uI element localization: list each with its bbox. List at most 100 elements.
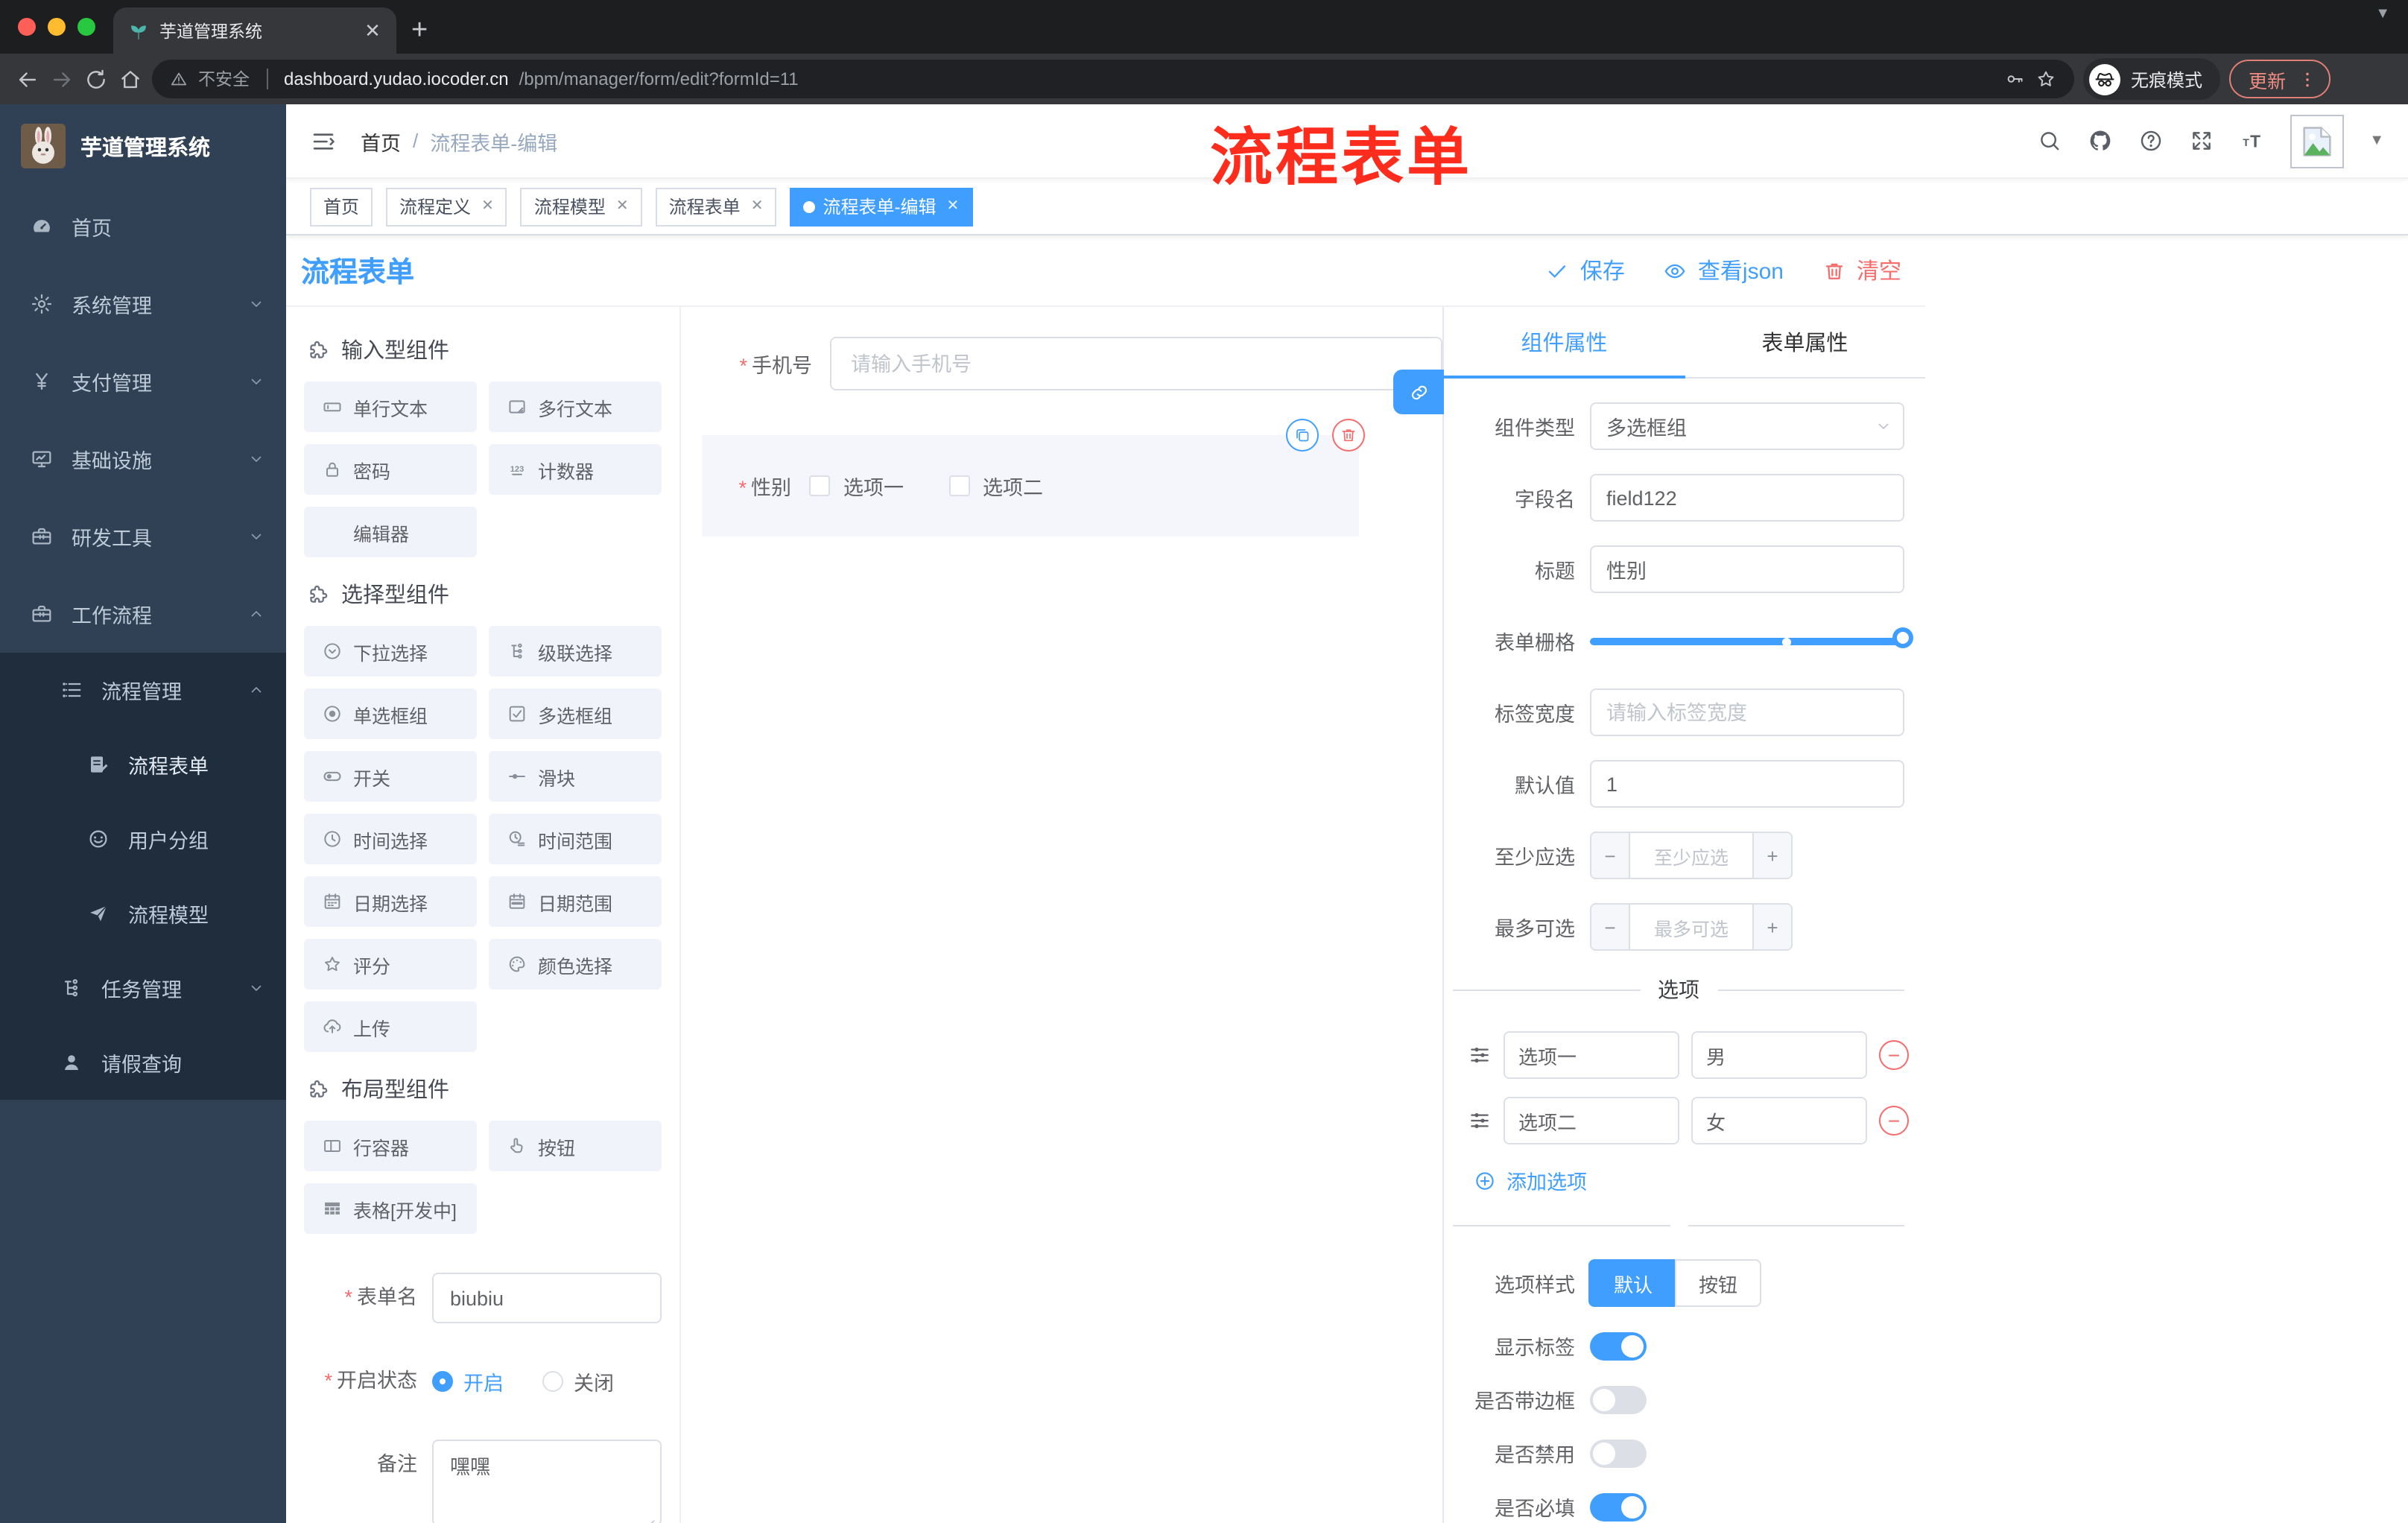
palette-item[interactable]: 上传 (304, 1001, 477, 1052)
password-key-icon[interactable] (2004, 69, 2025, 89)
toggle-switch[interactable] (1590, 1439, 1647, 1467)
sidebar-item-5[interactable]: 工作流程 (0, 575, 286, 653)
label-width-input[interactable] (1590, 688, 1904, 736)
hamburger-icon[interactable] (310, 127, 337, 154)
tag-3[interactable]: 流程表单 ✕ (655, 187, 777, 226)
option-label-input[interactable] (1504, 1097, 1679, 1144)
toggle-switch[interactable] (1590, 1385, 1647, 1413)
sidebar-item-2[interactable]: 支付管理 (0, 343, 286, 420)
title-input[interactable] (1590, 545, 1904, 593)
gender-checkbox-0[interactable]: 选项一 (809, 471, 904, 501)
palette-item[interactable]: 级联选择 (489, 626, 662, 677)
palette-item[interactable]: 日期选择 (304, 876, 477, 927)
option-value-input[interactable] (1691, 1031, 1867, 1079)
stepper-plus-button[interactable]: + (1752, 833, 1791, 878)
palette-item[interactable]: 滑块 (489, 751, 662, 802)
sidebar-subitem-0[interactable]: 流程管理 (0, 653, 286, 727)
status-radio-on[interactable]: 开启 (432, 1367, 504, 1396)
sidebar-logo[interactable]: 芋道管理系统 (0, 104, 286, 188)
toggle-switch[interactable] (1590, 1492, 1647, 1521)
help-icon[interactable] (2138, 128, 2164, 153)
remark-textarea[interactable] (432, 1440, 662, 1523)
palette-item[interactable]: 按钮 (489, 1121, 662, 1171)
sidebar-item-1[interactable]: 系统管理 (0, 265, 286, 343)
sidebar-item-3[interactable]: 基础设施 (0, 420, 286, 498)
palette-item[interactable]: 多选框组 (489, 688, 662, 739)
max-select-stepper[interactable]: − 最多可选 + (1590, 903, 1793, 951)
address-bar[interactable]: 不安全 dashboard.yudao.iocoder.cn/bpm/manag… (152, 60, 2074, 98)
tab-form-props[interactable]: 表单属性 (1685, 307, 1925, 377)
resize-handle-icon[interactable] (642, 1513, 657, 1523)
fullscreen-icon[interactable] (2189, 128, 2214, 153)
palette-item[interactable]: 时间范围 (489, 814, 662, 864)
panel-collapse-handle[interactable] (1393, 370, 1444, 414)
sidebar-subitem-4[interactable]: 任务管理 (0, 951, 286, 1025)
tag-0[interactable]: 首页 (310, 187, 373, 226)
add-option-button[interactable]: 添加选项 (1474, 1165, 1904, 1195)
palette-item[interactable]: 开关 (304, 751, 477, 802)
forward-icon[interactable] (49, 66, 75, 92)
breadcrumb-home[interactable]: 首页 (361, 126, 401, 156)
remove-option-button[interactable]: − (1879, 1106, 1909, 1136)
tag-4[interactable]: 流程表单-编辑 ✕ (790, 187, 973, 226)
palette-item[interactable]: 时间选择 (304, 814, 477, 864)
tab-component-props[interactable]: 组件属性 (1444, 307, 1685, 379)
form-name-input[interactable] (432, 1273, 662, 1323)
sidebar-subitem-2[interactable]: 用户分组 (0, 802, 286, 876)
checkbox-icon[interactable] (948, 475, 969, 496)
tag-close-icon[interactable]: ✕ (946, 198, 959, 215)
option-style-默认[interactable]: 默认 (1590, 1259, 1676, 1307)
grid-slider[interactable] (1590, 617, 1913, 665)
default-value-input[interactable] (1590, 760, 1904, 808)
option-label-input[interactable] (1504, 1031, 1679, 1079)
palette-item[interactable]: 单行文本 (304, 381, 477, 432)
palette-item[interactable]: 密码 (304, 444, 477, 495)
browser-update-button[interactable]: 更新 (2229, 60, 2331, 98)
view-json-button[interactable]: 查看json (1664, 255, 1784, 286)
search-icon[interactable] (2037, 128, 2062, 153)
delete-component-button[interactable] (1332, 419, 1365, 452)
palette-item[interactable]: 表格[开发中] (304, 1183, 477, 1234)
field-name-input[interactable] (1590, 474, 1904, 522)
copy-component-button[interactable] (1286, 419, 1319, 452)
avatar-caret-icon[interactable]: ▼ (2369, 133, 2384, 149)
stepper-minus-button[interactable]: − (1591, 833, 1630, 878)
zoom-window-button[interactable] (77, 18, 95, 36)
sidebar-item-0[interactable]: 首页 (0, 188, 286, 265)
palette-item[interactable]: 评分 (304, 939, 477, 990)
palette-item[interactable]: 123 计数器 (489, 444, 662, 495)
status-radio-off[interactable]: 关闭 (542, 1367, 614, 1396)
palette-item[interactable]: 行容器 (304, 1121, 477, 1171)
clear-button[interactable]: 清空 (1822, 255, 1901, 286)
tag-1[interactable]: 流程定义 ✕ (386, 187, 507, 226)
back-icon[interactable] (15, 66, 40, 92)
close-window-button[interactable] (18, 18, 36, 36)
new-tab-button[interactable]: + (411, 15, 428, 48)
sidebar-subitem-5[interactable]: 请假查询 (0, 1025, 286, 1100)
remove-option-button[interactable]: − (1879, 1040, 1909, 1070)
option-style-按钮[interactable]: 按钮 (1675, 1259, 1762, 1307)
home-icon[interactable] (118, 66, 143, 92)
min-select-stepper[interactable]: − 至少应选 + (1590, 832, 1793, 879)
browser-menu-icon[interactable] (2298, 69, 2317, 89)
window-caret-icon[interactable]: ▼ (2375, 6, 2390, 22)
slider-handle[interactable] (1892, 627, 1913, 648)
tag-close-icon[interactable]: ✕ (751, 198, 764, 215)
sidebar-subitem-1[interactable]: 流程表单 (0, 727, 286, 802)
palette-item[interactable]: 单选框组 (304, 688, 477, 739)
palette-item[interactable]: 颜色选择 (489, 939, 662, 990)
user-avatar[interactable] (2290, 114, 2345, 168)
browser-tab[interactable]: 芋道管理系统 ✕ (113, 7, 396, 54)
palette-item[interactable]: 下拉选择 (304, 626, 477, 677)
stepper-minus-button[interactable]: − (1591, 905, 1630, 949)
gender-checkbox-1[interactable]: 选项二 (948, 471, 1043, 501)
reload-icon[interactable] (83, 66, 109, 92)
sidebar-item-4[interactable]: 研发工具 (0, 498, 286, 575)
save-button[interactable]: 保存 (1546, 255, 1625, 286)
toggle-switch[interactable] (1590, 1332, 1647, 1360)
option-value-input[interactable] (1691, 1097, 1867, 1144)
phone-input[interactable] (830, 337, 1442, 390)
window-controls[interactable] (0, 0, 113, 54)
tag-close-icon[interactable]: ✕ (481, 198, 494, 215)
bookmark-star-icon[interactable] (2035, 69, 2056, 89)
